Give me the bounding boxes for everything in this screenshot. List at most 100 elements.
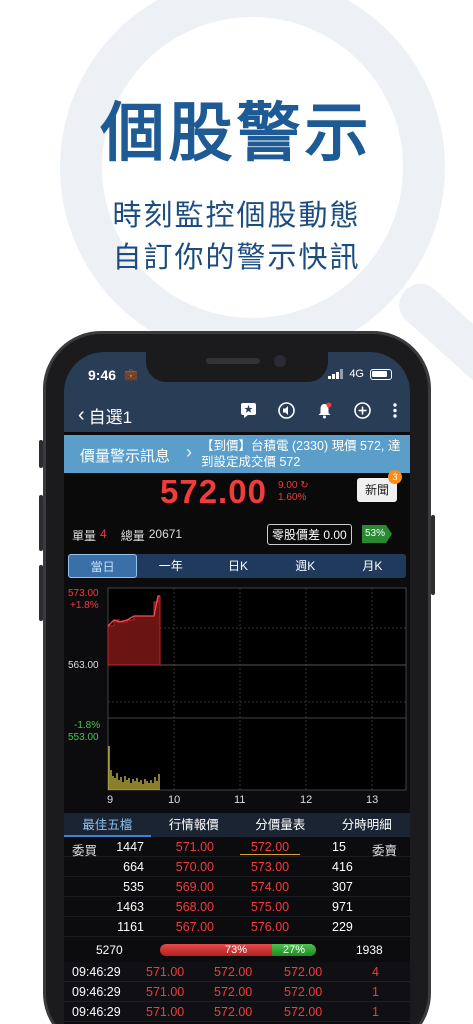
tab-market-quote[interactable]: 行情報價 xyxy=(151,813,238,837)
bid-volume: 535 xyxy=(123,880,144,894)
ask-volume: 416 xyxy=(332,860,353,874)
ask-price: 572.00 xyxy=(240,840,300,855)
unit-volume-value: 4 xyxy=(100,527,107,541)
briefcase-icon: 💼 xyxy=(124,369,138,381)
x-label-11: 11 xyxy=(234,794,246,806)
bid-price: 567.00 xyxy=(175,920,214,934)
chart-pct-low: -1.8% xyxy=(74,720,101,731)
bid-volume: 664 xyxy=(123,860,144,874)
add-icon[interactable] xyxy=(354,402,371,424)
odd-lot-value: 0.00 xyxy=(323,528,347,542)
tab-time-sales[interactable]: 分時明細 xyxy=(324,813,411,837)
bid-price: 568.00 xyxy=(175,900,214,914)
order-book-row: 535 569.00 574.00 307 xyxy=(64,877,410,897)
odd-lot-label: 零股價差 xyxy=(272,528,321,542)
tick-row: 09:46:29 571.00 572.00 572.00 1 xyxy=(64,982,410,1002)
tick-price: 572.00 xyxy=(284,965,323,979)
tick-ask: 572.00 xyxy=(214,985,253,999)
chart-price-low: 553.00 xyxy=(68,732,99,743)
tick-volume: 4 xyxy=(372,965,379,979)
tab-monthly-k[interactable]: 月K xyxy=(339,554,406,578)
watchlist-title: 自選1 xyxy=(88,408,133,427)
order-book-row: 1161 567.00 576.00 229 xyxy=(64,917,410,937)
price-change: 9.00 ↻ 1.60% xyxy=(278,480,309,504)
tick-row: 09:46:29 571.00 572.00 572.00 4 xyxy=(64,962,410,982)
more-vertical-icon[interactable] xyxy=(392,402,398,424)
bid-volume: 1463 xyxy=(116,900,144,914)
tab-price-volume[interactable]: 分價量表 xyxy=(237,813,324,837)
bid-ask-ratio: 5270 73% 27% 1938 xyxy=(64,940,410,960)
tick-time: 09:46:29 xyxy=(72,985,121,999)
x-label-9: 9 xyxy=(107,794,114,806)
current-price: 572.00 xyxy=(160,473,267,510)
tick-volume: 1 xyxy=(372,985,379,999)
order-book: 委買 1447 571.00 572.00 15 委賣 664 570.00 5… xyxy=(64,837,410,937)
change-value: 9.00 xyxy=(278,480,298,491)
nav-actions xyxy=(240,402,398,424)
ask-price: 574.00 xyxy=(250,880,290,894)
order-book-row: 664 570.00 573.00 416 xyxy=(64,857,410,877)
detail-tabs: 最佳五檔 行情報價 分價量表 分時明細 xyxy=(64,813,410,837)
ask-volume: 229 xyxy=(332,920,353,934)
mute-switch xyxy=(39,440,43,468)
star-chat-icon[interactable] xyxy=(240,402,257,424)
ask-price: 576.00 xyxy=(250,920,290,934)
speaker-icon[interactable] xyxy=(278,402,295,424)
nav-bar: ‹ 自選1 xyxy=(64,396,410,432)
promo-subtitle-line2: 自訂你的警示快訊 xyxy=(112,240,361,274)
ask-ratio-bar: 27% xyxy=(272,944,316,956)
tick-volume: 1 xyxy=(372,1005,379,1019)
change-percent: 1.60% xyxy=(278,492,307,503)
volume-down-button xyxy=(39,565,43,621)
phone-notch xyxy=(146,352,328,382)
total-bid-volume: 5270 xyxy=(96,943,123,957)
chart-period-tabs: 當日 一年 日K 週K 月K xyxy=(68,554,406,578)
volume-info: 單量 4 總量 20671 xyxy=(72,527,182,544)
total-volume-value: 20671 xyxy=(148,527,183,541)
unit-volume-label: 單量 xyxy=(72,529,97,543)
chevron-right-icon: › xyxy=(186,442,192,462)
tick-ask: 572.00 xyxy=(214,965,253,979)
tick-ask: 572.00 xyxy=(214,1005,253,1019)
back-button[interactable]: ‹ 自選1 xyxy=(78,403,132,428)
bid-price: 571.00 xyxy=(175,840,214,854)
ask-volume: 307 xyxy=(332,880,353,894)
tab-intraday[interactable]: 當日 xyxy=(68,554,138,578)
x-label-12: 12 xyxy=(300,794,313,806)
earpiece xyxy=(206,358,260,364)
intraday-chart[interactable]: 573.00 +1.8% 563.00 -1.8% 553.00 9 10 11… xyxy=(64,584,410,812)
x-label-10: 10 xyxy=(168,794,181,806)
news-count-badge: 3 xyxy=(388,470,402,484)
tick-time: 09:46:29 xyxy=(72,965,121,979)
order-book-row: 1463 568.00 575.00 971 xyxy=(64,897,410,917)
tick-bid: 571.00 xyxy=(146,965,185,979)
magnifier-ring-decoration xyxy=(60,0,445,360)
quote-panel: 572.00 9.00 ↻ 1.60% 新聞 3 單量 4 總量 20671 零… xyxy=(64,470,410,553)
intraday-chart-svg xyxy=(107,587,407,791)
ask-volume: 15 xyxy=(332,840,346,854)
time-sales-list: 09:46:29 571.00 572.00 572.00 4 09:46:29… xyxy=(64,962,410,1022)
tab-daily-k[interactable]: 日K xyxy=(204,554,271,578)
price-alert-banner[interactable]: 價量警示訊息 › 【到價】台積電 (2330) 現價 572, 達到設定成交價 … xyxy=(64,435,410,473)
volume-up-button xyxy=(39,495,43,551)
odd-lot-spread[interactable]: 零股價差 0.00 xyxy=(267,524,352,545)
tab-one-year[interactable]: 一年 xyxy=(137,554,204,578)
order-book-row: 委買 1447 571.00 572.00 15 委賣 xyxy=(64,837,410,858)
tab-best-five[interactable]: 最佳五檔 xyxy=(64,813,151,837)
bell-alert-icon[interactable] xyxy=(316,402,333,424)
alert-message: 【到價】台積電 (2330) 現價 572, 達到設定成交價 572 xyxy=(201,439,401,469)
total-volume-label: 總量 xyxy=(120,529,145,543)
ask-price: 573.00 xyxy=(250,860,290,874)
signal-icon xyxy=(328,369,344,379)
tick-bid: 571.00 xyxy=(146,985,185,999)
front-camera xyxy=(274,355,286,367)
bid-price: 570.00 xyxy=(175,860,214,874)
ask-volume: 971 xyxy=(332,900,353,914)
tab-weekly-k[interactable]: 週K xyxy=(272,554,339,578)
phone-screen: 9:46 💼 4G ‹ 自選1 價量警示訊息 › 【到價】台積電 (2330) … xyxy=(64,352,410,1024)
tick-price: 572.00 xyxy=(284,985,323,999)
ask-price: 575.00 xyxy=(250,900,290,914)
chart-pct-top: +1.8% xyxy=(70,600,99,611)
promo-subtitle-line1: 時刻監控個股動態 xyxy=(112,198,361,232)
chevron-left-icon: ‹ xyxy=(78,404,85,426)
